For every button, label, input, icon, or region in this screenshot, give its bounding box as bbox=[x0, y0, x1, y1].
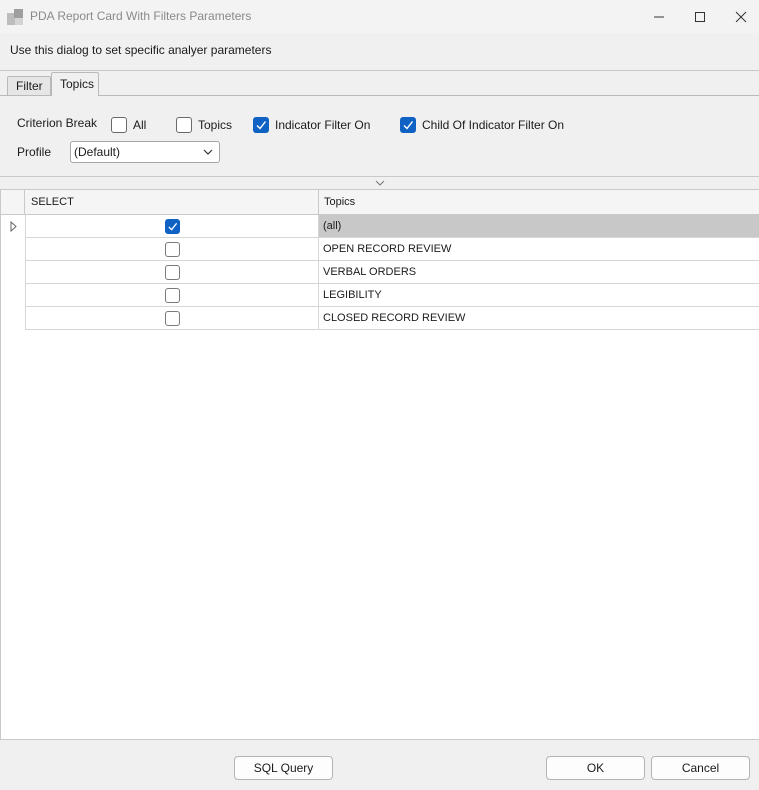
column-header-select[interactable]: SELECT bbox=[25, 190, 319, 214]
child-indicator-filter-label: Child Of Indicator Filter On bbox=[422, 118, 565, 132]
row-checkbox[interactable] bbox=[164, 264, 180, 280]
window-title: PDA Report Card With Filters Parameters bbox=[30, 9, 252, 23]
select-cell[interactable] bbox=[25, 238, 319, 261]
child-indicator-filter-checkbox[interactable]: Child Of Indicator Filter On bbox=[400, 117, 564, 133]
checkbox-box[interactable] bbox=[400, 117, 416, 133]
row-checkbox[interactable] bbox=[164, 287, 180, 303]
current-row-arrow-icon bbox=[10, 220, 17, 233]
sql-query-button[interactable]: SQL Query bbox=[234, 756, 333, 780]
topic-cell[interactable]: (all) bbox=[319, 215, 759, 238]
profile-label: Profile bbox=[17, 145, 52, 159]
tab-filter[interactable]: Filter bbox=[7, 76, 51, 96]
row-checkbox[interactable] bbox=[164, 310, 180, 326]
dialog-footer: SQL Query OK Cancel bbox=[0, 740, 759, 790]
row-checkbox[interactable] bbox=[164, 218, 180, 234]
table-row[interactable]: OPEN RECORD REVIEW bbox=[1, 238, 759, 261]
criterion-break-label: Criterion Break bbox=[17, 116, 98, 130]
indicator-filter-label: Indicator Filter On bbox=[275, 118, 371, 132]
grid-header: SELECT Topics bbox=[1, 190, 759, 215]
topics-checkbox[interactable]: Topics bbox=[176, 117, 232, 133]
maximize-icon bbox=[695, 11, 705, 22]
indicator-filter-checkbox[interactable]: Indicator Filter On bbox=[253, 117, 370, 133]
checkmark-icon bbox=[256, 121, 267, 130]
chevron-down-icon bbox=[203, 149, 213, 155]
minimize-button[interactable] bbox=[639, 0, 679, 33]
app-window-icon bbox=[7, 9, 23, 25]
row-checkbox[interactable] bbox=[164, 241, 180, 257]
topic-cell[interactable]: CLOSED RECORD REVIEW bbox=[319, 307, 759, 330]
checkmark-icon bbox=[403, 121, 414, 130]
checkbox-box[interactable] bbox=[111, 117, 127, 133]
title-bar: PDA Report Card With Filters Parameters bbox=[0, 0, 759, 33]
select-cell[interactable] bbox=[25, 284, 319, 307]
collapse-chevron-icon bbox=[375, 180, 384, 186]
row-indicator bbox=[1, 238, 25, 261]
select-cell[interactable] bbox=[25, 261, 319, 284]
topic-cell[interactable]: LEGIBILITY bbox=[319, 284, 759, 307]
row-indicator bbox=[1, 307, 25, 330]
checkbox-box[interactable] bbox=[176, 117, 192, 133]
table-row[interactable]: CLOSED RECORD REVIEW bbox=[1, 307, 759, 330]
minimize-icon bbox=[654, 16, 664, 17]
table-row[interactable]: LEGIBILITY bbox=[1, 284, 759, 307]
close-icon bbox=[735, 11, 747, 22]
row-indicator bbox=[1, 261, 25, 284]
profile-selected-value: (Default) bbox=[74, 145, 121, 159]
topic-cell[interactable]: OPEN RECORD REVIEW bbox=[319, 238, 759, 261]
checkmark-icon bbox=[167, 222, 177, 231]
ok-button[interactable]: OK bbox=[546, 756, 645, 780]
close-button[interactable] bbox=[721, 0, 759, 33]
topics-grid: SELECT Topics (all) OPEN RECORD REVIEW V… bbox=[0, 189, 759, 740]
all-checkbox[interactable]: All bbox=[111, 117, 146, 133]
filter-panel: Criterion Break All Topics Indicator Fil… bbox=[0, 95, 759, 177]
profile-dropdown[interactable]: (Default) bbox=[70, 141, 220, 163]
select-cell[interactable] bbox=[25, 307, 319, 330]
table-row[interactable]: (all) bbox=[1, 215, 759, 238]
topics-checkbox-label: Topics bbox=[198, 118, 233, 132]
tab-strip: Filter Topics bbox=[0, 71, 759, 96]
column-header-topics[interactable]: Topics bbox=[319, 190, 759, 214]
row-indicator bbox=[1, 284, 25, 307]
dialog-description: Use this dialog to set specific analyer … bbox=[10, 43, 272, 57]
row-indicator-header bbox=[1, 190, 25, 214]
description-area: Use this dialog to set specific analyer … bbox=[0, 33, 759, 71]
checkbox-box[interactable] bbox=[253, 117, 269, 133]
select-cell[interactable] bbox=[25, 215, 319, 238]
panel-splitter[interactable] bbox=[0, 177, 759, 189]
maximize-button[interactable] bbox=[680, 0, 720, 33]
table-row[interactable]: VERBAL ORDERS bbox=[1, 261, 759, 284]
row-indicator bbox=[1, 215, 25, 238]
all-checkbox-label: All bbox=[133, 118, 147, 132]
tab-topics[interactable]: Topics bbox=[51, 72, 99, 96]
cancel-button[interactable]: Cancel bbox=[651, 756, 750, 780]
topic-cell[interactable]: VERBAL ORDERS bbox=[319, 261, 759, 284]
